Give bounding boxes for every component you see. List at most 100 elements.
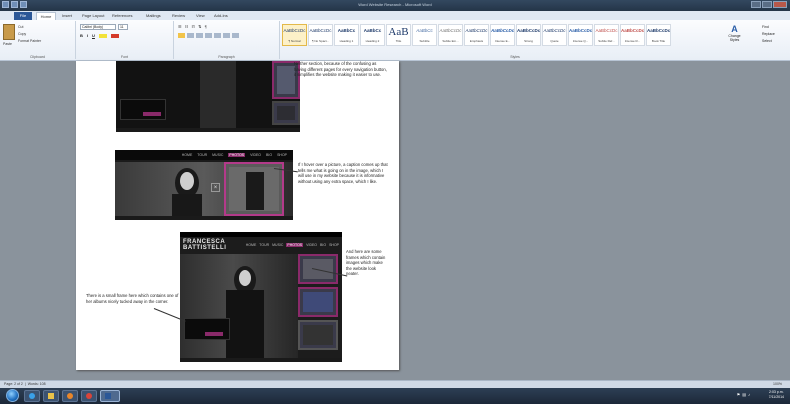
style-name: ¶ No Spaci... xyxy=(311,39,330,43)
style-quote[interactable]: AaBbCcDc Quote xyxy=(542,24,567,46)
bold-button[interactable]: B xyxy=(80,33,83,38)
tab-mailings[interactable]: Mailings xyxy=(146,12,161,20)
borders-icon[interactable] xyxy=(232,33,239,38)
tab-add-ins[interactable]: Add-Ins xyxy=(214,12,228,20)
align-left-icon[interactable] xyxy=(178,33,185,38)
site-nav-item: BIO xyxy=(266,153,273,157)
close-button[interactable] xyxy=(773,1,787,8)
tab-file[interactable]: File xyxy=(14,12,32,20)
style-sample: AaBbCcDc xyxy=(595,28,618,33)
style-title[interactable]: AaB Title xyxy=(386,24,411,46)
style-name: Quote xyxy=(550,39,559,43)
align-center-icon[interactable] xyxy=(187,33,194,38)
bullets-icon[interactable]: ☰ xyxy=(178,24,183,29)
caption-2: If I hover over a picture, a caption com… xyxy=(298,162,388,184)
chrome-icon xyxy=(86,393,92,399)
style-sample: AaBbCcDc xyxy=(543,28,566,33)
chrome-taskbar-icon[interactable] xyxy=(81,390,97,402)
copy-button[interactable]: Copy xyxy=(18,32,26,36)
style-subtle-emphasis[interactable]: AaBbCcDc Subtle Em... xyxy=(438,24,463,46)
multilevel-icon[interactable]: ☶ xyxy=(191,24,196,29)
start-button[interactable] xyxy=(6,389,19,402)
maximize-button[interactable] xyxy=(762,1,772,8)
paste-icon[interactable] xyxy=(3,24,15,40)
justify-icon[interactable] xyxy=(205,33,212,38)
ie-icon xyxy=(29,393,35,399)
pilcrow-icon[interactable]: ¶ xyxy=(205,24,208,29)
site-nav-item: TOUR xyxy=(259,243,270,247)
style-no-spacing[interactable]: AaBbCcDc ¶ No Spaci... xyxy=(308,24,333,46)
media-player-icon xyxy=(67,393,73,399)
cut-button[interactable]: Cut xyxy=(18,25,23,29)
style-heading-2[interactable]: AaBbCc Heading 2 xyxy=(360,24,385,46)
style-emphasis[interactable]: AaBbCcDc Emphasis xyxy=(464,24,489,46)
explorer-taskbar-icon[interactable] xyxy=(43,390,59,402)
change-styles-button[interactable]: A Change Styles xyxy=(726,24,743,42)
numbering-icon[interactable]: ☷ xyxy=(185,24,190,29)
style-intense-quote[interactable]: AaBbCcDc Intense Q... xyxy=(568,24,593,46)
underline-button[interactable]: U xyxy=(92,33,95,38)
site-nav-item: SHOP xyxy=(329,243,339,247)
word-icon[interactable] xyxy=(2,1,9,8)
paste-button[interactable]: Paste xyxy=(3,42,12,46)
shading-icon[interactable] xyxy=(223,33,230,38)
taskbar-clock[interactable]: 2:03 p.m. 7/11/2014 xyxy=(769,390,784,400)
page-count[interactable]: Page: 2 of 2 xyxy=(4,382,23,386)
word-count[interactable]: Words: 108 xyxy=(28,382,46,386)
font-color-icon[interactable] xyxy=(110,34,119,38)
status-bar: Page: 2 of 2 | Words: 108 100% xyxy=(0,380,790,388)
style-book-title[interactable]: AaBbCcDc Book Title xyxy=(646,24,671,46)
tab-references[interactable]: References xyxy=(112,12,132,20)
style-intense-reference[interactable]: AaBbCcDc Intense R... xyxy=(620,24,645,46)
replace-button[interactable]: Replace xyxy=(762,31,775,38)
style-name: Title xyxy=(395,39,402,43)
list-buttons: ☰ ☷ ☶ ⇅ ¶ xyxy=(178,24,208,29)
align-right-icon[interactable] xyxy=(196,33,203,38)
style-subtitle[interactable]: AaBbCc Subtitle xyxy=(412,24,437,46)
minimize-button[interactable] xyxy=(751,1,761,8)
style-sample: AaBbCcDc xyxy=(569,28,592,33)
photo-frame-image xyxy=(277,106,295,120)
style-strong[interactable]: AaBbCcDc Strong xyxy=(516,24,541,46)
tab-home[interactable]: Home xyxy=(36,12,56,20)
document-page[interactable]: Neither section, because of the confusin… xyxy=(76,61,399,370)
website-screenshot-2: HOME TOUR MUSIC PHOTOS VIDEO BIO SHOP × xyxy=(115,150,293,220)
photo-person xyxy=(246,172,264,210)
word-icon xyxy=(105,393,111,399)
word-taskbar-icon[interactable] xyxy=(100,390,120,402)
style-name: Heading 1 xyxy=(339,39,354,43)
select-button[interactable]: Select xyxy=(762,38,775,45)
sort-icon[interactable]: ⇅ xyxy=(198,24,202,29)
photo-frame xyxy=(298,287,338,317)
album-button xyxy=(205,332,223,336)
undo-icon[interactable] xyxy=(20,1,27,8)
style-sample: AaBbCc xyxy=(416,28,433,33)
style-sample: AaBbCcDc xyxy=(309,28,332,33)
photo-frame xyxy=(298,320,338,350)
tab-page-layout[interactable]: Page Layout xyxy=(82,12,104,20)
photo-frame-image xyxy=(303,292,333,312)
find-button[interactable]: Find xyxy=(762,24,775,31)
style-intense-emphasis[interactable]: AaBbCcDc Intense E... xyxy=(490,24,515,46)
style-heading-1[interactable]: AaBbCc Heading 1 xyxy=(334,24,359,46)
window-controls xyxy=(751,1,787,8)
tab-view[interactable]: View xyxy=(196,12,205,20)
tab-insert[interactable]: Insert xyxy=(62,12,72,20)
close-icon: × xyxy=(211,183,220,192)
save-icon[interactable] xyxy=(11,1,18,8)
style-normal[interactable]: AaBbCcDc ¶ Normal xyxy=(282,24,307,46)
font-size-select[interactable]: 11 xyxy=(118,24,128,30)
window-title: Word Website Research - Microsoft Word xyxy=(358,2,432,7)
site-nav-item: MUSIC xyxy=(212,153,224,157)
zoom-level[interactable]: 100% xyxy=(773,382,782,386)
tab-review[interactable]: Review xyxy=(172,12,185,20)
volume-icon[interactable]: ♪ xyxy=(748,392,752,397)
highlight-icon[interactable] xyxy=(98,34,107,38)
format-painter-button[interactable]: Format Painter xyxy=(18,39,41,43)
line-spacing-icon[interactable] xyxy=(214,33,221,38)
font-name-select[interactable]: Calibri (Body) xyxy=(80,24,116,30)
italic-button[interactable]: I xyxy=(87,33,88,38)
ie-taskbar-icon[interactable] xyxy=(24,390,40,402)
style-subtle-reference[interactable]: AaBbCcDc Subtle Ref... xyxy=(594,24,619,46)
media-player-taskbar-icon[interactable] xyxy=(62,390,78,402)
